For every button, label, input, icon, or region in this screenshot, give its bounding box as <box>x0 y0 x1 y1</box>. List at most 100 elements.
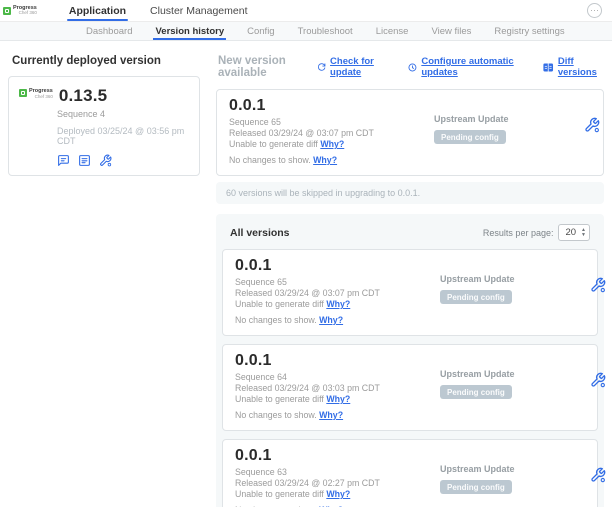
ellipsis-icon <box>591 10 593 12</box>
no-changes-note: No changes to show. <box>235 315 317 325</box>
no-changes-line: No changes to show. Why? <box>235 410 440 421</box>
ellipsis-icon <box>597 10 599 12</box>
tab-view-files[interactable]: View files <box>431 22 471 40</box>
release-notes-icon[interactable] <box>57 154 70 167</box>
version-status: Upstream Update Pending config <box>440 447 590 495</box>
overflow-menu-button[interactable] <box>587 3 602 18</box>
results-per-page: Results per page: 20 ▲▼ <box>483 224 590 241</box>
diff-note-line: Unable to generate diff Why? <box>235 394 440 405</box>
skipped-versions-note: 60 versions will be skipped in upgrading… <box>216 182 604 204</box>
ellipsis-icon <box>594 10 596 12</box>
brand-product: Chef 360 <box>13 11 37 16</box>
version-card: 0.0.1 Sequence 64 Released 03/29/24 @ 03… <box>222 344 598 431</box>
tab-license[interactable]: License <box>376 22 409 40</box>
main-content: Currently deployed version Progress Chef… <box>0 41 612 507</box>
deployed-version-number: 0.13.5 <box>59 86 107 106</box>
version-actions: Configure <box>584 97 612 137</box>
brand-mark-icon <box>19 89 27 97</box>
no-changes-line: No changes to show. Why? <box>235 315 440 326</box>
diff-why-link[interactable]: Why? <box>326 394 350 404</box>
version-number: 0.0.1 <box>235 447 440 465</box>
all-versions-panel: All versions Results per page: 20 ▲▼ 0.0… <box>216 214 604 507</box>
edit-config-icon[interactable] <box>590 372 606 388</box>
version-number: 0.0.1 <box>235 352 440 370</box>
tab-dashboard[interactable]: Dashboard <box>86 22 132 40</box>
deployed-actions <box>57 154 189 167</box>
no-changes-note: No changes to show. <box>229 155 311 165</box>
view-logs-icon[interactable] <box>78 154 91 167</box>
results-per-page-select[interactable]: 20 ▲▼ <box>558 224 590 241</box>
stepper-arrows-icon: ▲▼ <box>581 228 586 237</box>
diff-why-link[interactable]: Why? <box>326 489 350 499</box>
version-actions: Configure <box>590 352 612 392</box>
new-version-heading: New version available <box>218 55 317 79</box>
version-status: Upstream Update Pending config <box>434 97 584 145</box>
edit-config-icon[interactable] <box>590 277 606 293</box>
version-sequence: Sequence 63 <box>235 467 440 478</box>
edit-config-icon[interactable] <box>99 154 112 167</box>
tab-registry-settings[interactable]: Registry settings <box>494 22 564 40</box>
tab-application[interactable]: Application <box>57 0 138 21</box>
brand-text: Progress Chef 360 <box>29 89 53 99</box>
deployed-timestamp: Deployed 03/25/24 @ 03:56 pm CDT <box>57 126 189 146</box>
no-changes-why-link[interactable]: Why? <box>313 155 337 165</box>
version-number: 0.0.1 <box>235 257 440 275</box>
status-badge: Pending config <box>440 480 512 494</box>
version-source-label: Upstream Update <box>440 274 590 284</box>
tab-cluster-management[interactable]: Cluster Management <box>138 0 259 21</box>
primary-tabs: Application Cluster Management <box>57 0 260 21</box>
admin-console: Progress Chef 360 Application Cluster Ma… <box>0 0 612 507</box>
version-released: Released 03/29/24 @ 03:07 pm CDT <box>229 128 434 139</box>
deployed-card-top: Progress Chef 360 0.13.5 <box>19 86 189 106</box>
status-badge: Pending config <box>440 385 512 399</box>
deployed-heading: Currently deployed version <box>12 55 200 67</box>
diff-why-link[interactable]: Why? <box>326 299 350 309</box>
top-nav: Progress Chef 360 Application Cluster Ma… <box>0 0 612 22</box>
new-version-row-slot: 0.0.1 Sequence 65 Released 03/29/24 @ 03… <box>217 90 603 175</box>
diff-note-line: Unable to generate diff Why? <box>235 489 440 500</box>
version-released: Released 03/29/24 @ 03:07 pm CDT <box>235 288 440 299</box>
diff-note-line: Unable to generate diff Why? <box>229 139 434 150</box>
versions-column: New version available Check for update C… <box>216 53 604 507</box>
secondary-nav: Dashboard Version history Config Trouble… <box>0 22 612 41</box>
version-row: 0.0.1 Sequence 65 Released 03/29/24 @ 03… <box>223 250 597 335</box>
deployed-card: Progress Chef 360 0.13.5 Sequence 4 Depl… <box>8 76 200 176</box>
check-for-update-link[interactable]: Check for update <box>317 56 392 78</box>
version-info: 0.0.1 Sequence 63 Released 03/29/24 @ 02… <box>235 447 440 507</box>
diff-versions-link[interactable]: Diff versions <box>543 56 604 78</box>
brand-product: Chef 360 <box>29 95 53 100</box>
version-source-label: Upstream Update <box>440 369 590 379</box>
edit-config-icon[interactable] <box>584 117 600 133</box>
new-version-header: New version available Check for update C… <box>218 55 604 79</box>
version-actions: Configure <box>590 257 612 297</box>
diff-note-line: Unable to generate diff Why? <box>235 299 440 310</box>
diff-note: Unable to generate diff <box>235 489 324 499</box>
deployed-column: Currently deployed version Progress Chef… <box>8 53 200 176</box>
brand-mark-icon <box>3 7 11 15</box>
app-logo[interactable]: Progress Chef 360 <box>3 6 37 16</box>
edit-config-icon[interactable] <box>590 467 606 483</box>
version-actions-bar: Check for update Configure automatic upd… <box>317 56 604 78</box>
configure-automatic-updates-label: Configure automatic updates <box>421 56 527 78</box>
version-row: 0.0.1 Sequence 63 Released 03/29/24 @ 02… <box>223 440 597 507</box>
version-sequence: Sequence 65 <box>229 117 434 128</box>
version-sequence: Sequence 64 <box>235 372 440 383</box>
no-changes-why-link[interactable]: Why? <box>319 410 343 420</box>
refresh-icon <box>317 62 326 73</box>
diff-why-link[interactable]: Why? <box>320 139 344 149</box>
no-changes-why-link[interactable]: Why? <box>319 315 343 325</box>
version-released: Released 03/29/24 @ 02:27 pm CDT <box>235 478 440 489</box>
version-info: 0.0.1 Sequence 65 Released 03/29/24 @ 03… <box>229 97 434 166</box>
tab-config[interactable]: Config <box>247 22 274 40</box>
diff-icon <box>543 62 553 73</box>
version-released: Released 03/29/24 @ 03:03 pm CDT <box>235 383 440 394</box>
tab-version-history[interactable]: Version history <box>155 22 224 40</box>
version-actions: Configure <box>590 447 612 487</box>
configure-automatic-updates-link[interactable]: Configure automatic updates <box>408 56 527 78</box>
deployed-card-body: Sequence 4 Deployed 03/25/24 @ 03:56 pm … <box>57 109 189 167</box>
tab-troubleshoot[interactable]: Troubleshoot <box>298 22 353 40</box>
version-row: 0.0.1 Sequence 65 Released 03/29/24 @ 03… <box>217 90 603 175</box>
diff-note: Unable to generate diff <box>235 299 324 309</box>
auto-update-clock-icon <box>408 62 417 73</box>
version-status: Upstream Update Pending config <box>440 257 590 305</box>
